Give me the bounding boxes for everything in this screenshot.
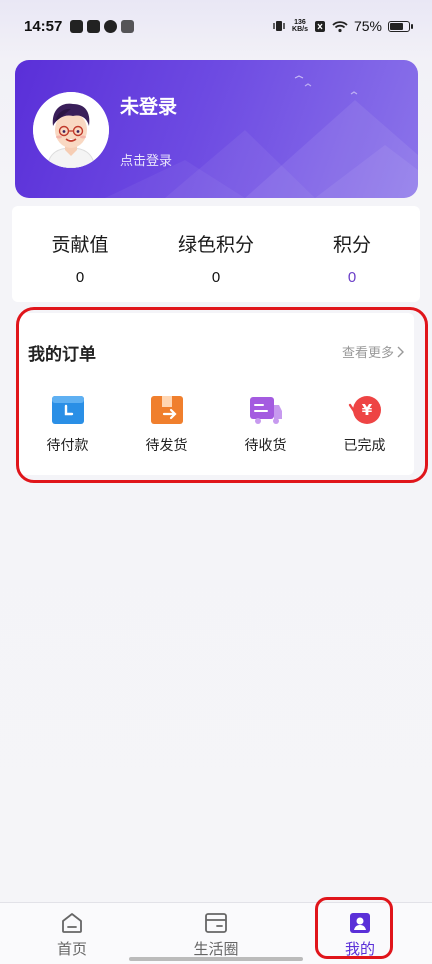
orders-title: 我的订单 [28,345,96,365]
home-indicator[interactable] [129,957,303,961]
order-pending-shipment[interactable]: 待发货 [117,393,216,455]
stat-label: 积分 [332,234,371,256]
order-label: 待收货 [244,438,287,454]
order-pending-payment[interactable]: 待付款 [18,393,117,455]
order-status-list: 待付款 待发货 待收货 ¥ 已完成 [18,393,414,455]
stat-green-points[interactable]: 绿色积分 0 [148,206,284,302]
user-name[interactable]: 未登录 [120,92,177,119]
battery-text: 75% [353,18,382,34]
tab-life-circle[interactable]: 生活圈 [144,903,288,964]
yen-check-icon: ¥ [348,396,381,424]
profile-card[interactable] [15,60,418,198]
tab-mine[interactable]: 我的 [288,903,432,964]
net-speed-unit: KB/s [292,26,308,33]
system-icons: 136 KB/s 75% [272,18,413,34]
status-time: 14:57 [24,17,63,35]
avatar[interactable] [33,92,109,168]
tab-label: 首页 [56,940,87,958]
order-label: 已完成 [343,438,386,454]
stat-contribution[interactable]: 贡献值 0 [12,206,148,302]
stat-label: 绿色积分 [177,234,254,256]
box-ship-icon [150,396,183,424]
profile-page: 14:57 136 KB/s 75% 未登录 点击登录 贡献值 0 绿色积分 0… [0,0,432,964]
stat-label: 贡献值 [51,234,109,256]
mail-icon [87,19,101,33]
tiktok-icon [70,19,84,33]
order-completed[interactable]: ¥ 已完成 [315,393,414,455]
wifi-icon [332,20,348,32]
order-label: 待付款 [46,438,89,454]
truck-icon [249,397,282,424]
home-icon [62,913,82,933]
vibrate-icon [273,21,285,31]
stat-value: 0 [211,269,221,286]
app-icon [104,19,118,33]
tab-label: 生活圈 [193,940,239,958]
app-icon-2 [121,19,135,33]
wallet-clock-icon [51,396,84,424]
tab-label: 我的 [344,940,375,958]
stats-card: 贡献值 0 绿色积分 0 积分 0 [12,206,420,302]
stat-value: 0 [75,269,85,286]
login-link[interactable]: 点击登录 [120,150,172,169]
chevron-right-icon [397,346,404,357]
sim-off-icon [314,20,325,32]
view-more-link[interactable]: 查看更多 [342,342,404,361]
person-icon [350,913,370,933]
svg-text:¥: ¥ [361,401,372,419]
orders-card: 我的订单 查看更多 待付款 待发货 待收货 ¥ 已完成 [18,313,414,475]
notification-icons [70,19,135,33]
view-more-label: 查看更多 [341,346,394,361]
order-pending-receipt[interactable]: 待收货 [216,393,315,455]
stat-value: 0 [347,269,357,286]
net-speed: 136 KB/s [292,19,308,33]
stat-points[interactable]: 积分 0 [284,206,420,302]
avatar-illustration [33,92,109,168]
net-speed-value: 136 [294,19,306,26]
order-label: 待发货 [145,438,188,454]
tab-home[interactable]: 首页 [0,903,144,964]
battery-fill [390,22,403,30]
card-icon [205,913,227,933]
bottom-tab-bar: 首页 生活圈 我的 [0,902,432,964]
battery-icon [388,20,413,32]
status-bar: 14:57 136 KB/s 75% [0,0,432,52]
